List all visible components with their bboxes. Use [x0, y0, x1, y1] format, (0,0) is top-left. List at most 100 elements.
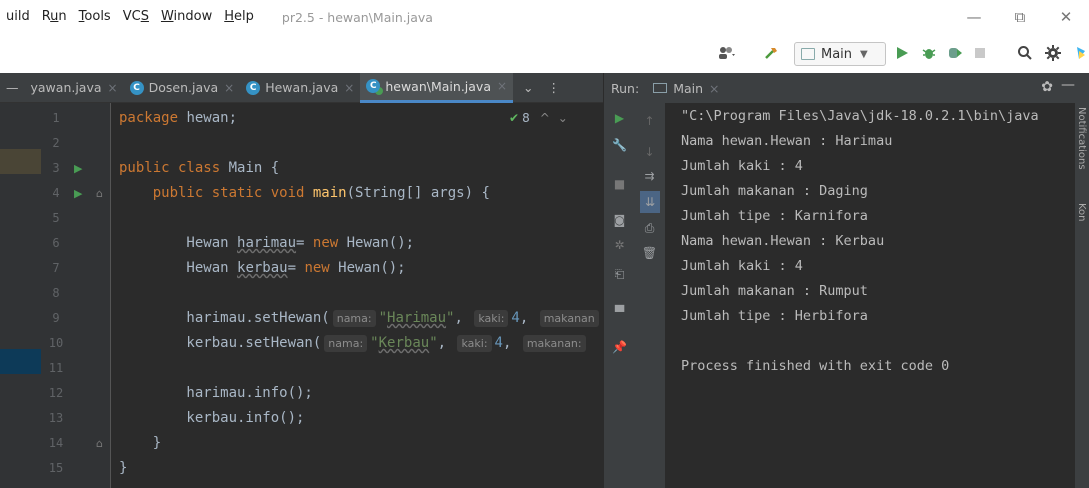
arrow-down-icon[interactable]: ↓ — [634, 141, 665, 163]
wrench-icon[interactable]: 🔧 — [604, 134, 635, 156]
settings-gear-icon[interactable] — [1042, 42, 1064, 64]
scroll-to-end-icon[interactable]: ⇊ — [640, 191, 660, 213]
code-line: public class Main { — [119, 160, 280, 176]
more-options-icon[interactable]: ⋮ — [548, 80, 561, 95]
trash-icon[interactable]: 🗑 — [634, 242, 665, 264]
close-tab-icon[interactable]: × — [497, 79, 507, 93]
line-number: 9 — [52, 311, 60, 325]
close-tab-icon[interactable]: × — [108, 81, 118, 95]
close-tab-icon[interactable]: × — [709, 81, 719, 96]
restore-button[interactable]: ⧉ — [997, 0, 1043, 34]
menu-run[interactable]: Run — [36, 0, 73, 34]
console-icon — [653, 83, 668, 93]
window-title: pr2.5 - hewan\Main.java — [281, 9, 433, 25]
tab-label: yawan.java — [30, 80, 102, 95]
side-tool-label[interactable]: Kon — [1076, 203, 1087, 222]
console-line: Jumlah tipe : Herbifora — [681, 308, 868, 324]
tab-yawan[interactable]: yawan.java × — [25, 73, 124, 103]
java-class-icon: C — [129, 80, 144, 95]
code-line: package hewan; — [119, 110, 238, 126]
line-number: 12 — [48, 386, 64, 400]
tab-list-chevron-icon[interactable]: ⌄ — [523, 80, 533, 95]
hide-panel-icon[interactable]: — — [1061, 77, 1075, 93]
java-class-icon: C — [246, 80, 261, 95]
run-toolbar-secondary: ↑ ↓ ⇉ ⇊ ⎙ 🗑 — [634, 103, 666, 488]
console-line: "C:\Program Files\Java\jdk-18.0.2.1\bin\… — [681, 108, 1039, 124]
code-line: } — [119, 460, 128, 476]
code-line: } — [119, 435, 162, 451]
close-tab-icon[interactable]: × — [344, 81, 354, 95]
console-line: Jumlah tipe : Karnifora — [681, 208, 868, 224]
line-number-gutter: 1 2 3 ▶ 4 ▶ ⌂ 5 6 7 8 9 10 11 12 13 14 ⌂… — [41, 103, 111, 488]
menu-build[interactable]: uild — [0, 0, 36, 34]
fold-icon[interactable]: ⌂ — [96, 431, 106, 456]
coverage-icon[interactable] — [944, 42, 966, 64]
tab-label: hewan\Main.java — [385, 78, 491, 94]
chevron-down-icon: ▼ — [860, 48, 868, 60]
soft-wrap-icon[interactable]: ⇉ — [634, 165, 665, 187]
console-line: Jumlah kaki : 4 — [681, 258, 803, 274]
console-line: Jumlah makanan : Rumput — [681, 283, 868, 299]
stop-icon[interactable]: ■ — [604, 173, 635, 195]
notifications-label[interactable]: Notifications — [1076, 107, 1087, 170]
rerun-icon[interactable]: ▶ — [604, 107, 635, 129]
arrow-up-icon[interactable]: ↑ — [634, 110, 665, 132]
menu-vcs[interactable]: VCS — [117, 0, 155, 34]
line-number: 11 — [48, 361, 64, 375]
main-toolbar: Main ▼ — [0, 34, 1089, 73]
console-line: Nama hewan.Hewan : Kerbau — [681, 233, 885, 249]
line-number: 2 — [52, 136, 60, 150]
minimize-button[interactable]: — — [951, 0, 997, 34]
menu-help[interactable]: Help — [218, 0, 260, 34]
tab-main[interactable]: C hewan\Main.java × — [360, 72, 514, 103]
fold-icon[interactable]: ⌂ — [96, 181, 106, 206]
camera-icon[interactable]: ◙ — [604, 209, 635, 231]
attach-debugger-icon[interactable]: ✲ — [604, 234, 635, 256]
line-number: 4 — [52, 186, 60, 200]
editor-tab-bar: — yawan.java × C Dosen.java × C Hewan.ja… — [0, 72, 603, 103]
menu-tools[interactable]: Tools — [73, 0, 117, 34]
project-collapse-icon[interactable]: — — [0, 73, 25, 103]
run-console[interactable]: "C:\Program Files\Java\jdk-18.0.2.1\bin\… — [666, 103, 1075, 488]
code-line: Hewan kerbau= new Hewan(); — [119, 260, 406, 276]
search-icon[interactable] — [1014, 42, 1036, 64]
code-line: public static void main(String[] args) { — [152, 185, 490, 201]
run-config-selector[interactable]: Main ▼ — [794, 42, 886, 66]
pin-icon[interactable]: 📌 — [604, 336, 635, 358]
code-line: harimau.setHewan(nama: "Harimau", kaki: 4,… — [111, 306, 603, 331]
console-line: Process finished with exit code 0 — [681, 358, 950, 374]
code-editor[interactable]: ✔ 8 ^ ⌄ package hewan; public class Main… — [111, 103, 603, 488]
build-hammer-icon[interactable] — [760, 42, 782, 64]
tab-dosen[interactable]: C Dosen.java × — [124, 73, 241, 103]
menu-bar: uild Run Tools VCS Window Help pr2.5 - h… — [0, 0, 433, 34]
console-line: Jumlah kaki : 4 — [681, 158, 803, 174]
console-line: Nama hewan.Hewan : Harimau — [681, 133, 893, 149]
menu-window[interactable]: Window — [155, 0, 218, 34]
run-gutter-icon[interactable]: ▶ — [74, 181, 84, 206]
notifications-strip[interactable]: Notifications Kon — [1075, 73, 1089, 488]
line-number: 13 — [48, 411, 64, 425]
tab-hewan[interactable]: C Hewan.java × — [240, 73, 360, 103]
line-number: 1 — [52, 111, 60, 125]
highlight-marker — [0, 149, 41, 174]
code-line: harimau.info(); — [119, 385, 313, 401]
debug-bug-icon[interactable] — [918, 42, 940, 64]
run-gutter-icon[interactable]: ▶ — [74, 156, 84, 181]
close-tab-icon[interactable]: × — [224, 81, 234, 95]
print-icon[interactable]: ⎙ — [634, 217, 665, 239]
line-number: 3 — [52, 161, 60, 175]
ide-logo-icon[interactable] — [1072, 42, 1089, 64]
console-line: Jumlah makanan : Daging — [681, 183, 868, 199]
close-window-button[interactable]: ✕ — [1043, 0, 1089, 34]
project-strip — [0, 103, 41, 488]
exit-icon[interactable]: ⎗ — [604, 263, 635, 285]
stop-icon[interactable] — [970, 42, 990, 64]
gear-icon[interactable]: ✿ — [1041, 79, 1053, 95]
vcs-user-icon[interactable] — [714, 42, 740, 64]
run-icon[interactable] — [892, 42, 912, 64]
tab-label: Hewan.java — [265, 80, 339, 95]
code-line: kerbau.info(); — [119, 410, 305, 426]
layout-icon[interactable]: ▀ — [604, 301, 635, 323]
config-icon — [801, 48, 815, 60]
run-tab-main[interactable]: Main × — [653, 81, 720, 96]
